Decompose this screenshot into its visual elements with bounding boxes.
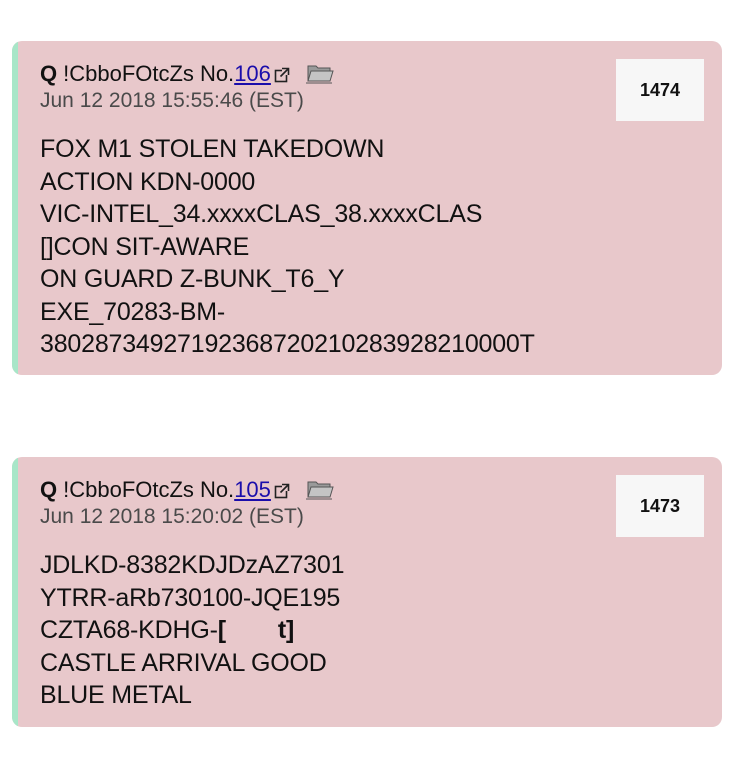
post-body: JDLKD-8382KDJDzAZ7301 YTRR-aRb730100-JQE…: [40, 549, 344, 712]
poster-name: Q: [40, 477, 58, 502]
post-body: FOX M1 STOLEN TAKEDOWN ACTION KDN-0000 V…: [40, 133, 535, 361]
post-number-label: No.: [199, 477, 235, 502]
post-body-line: ON GUARD Z-BUNK_T6_Y: [40, 265, 345, 293]
post-timestamp: Jun 12 2018 15:55:46 (EST): [40, 89, 304, 112]
post-body-line: FOX M1 STOLEN TAKEDOWN: [40, 135, 385, 163]
bracket-close: t]: [277, 616, 295, 644]
post-header: Q !CbboFOtcZs No. 106: [40, 61, 334, 87]
post-number-link[interactable]: 105: [234, 477, 271, 503]
post-card: Q !CbboFOtcZs No. 105 Jun 12 2018 15:20:…: [12, 457, 722, 727]
external-link-icon[interactable]: [274, 63, 290, 83]
post-body-line: CASTLE ARRIVAL GOOD: [40, 648, 327, 677]
bracket-open: [: [217, 616, 226, 644]
post-body-line: ACTION KDN-0000: [40, 167, 256, 196]
post-body-line-bracketed: CZTA68-KDHG-[ t]: [40, 614, 344, 647]
post-body-line: BLUE METAL: [40, 681, 192, 709]
folder-icon[interactable]: [305, 62, 334, 84]
post-header: Q !CbboFOtcZs No. 105: [40, 477, 334, 503]
post-body-line: JDLKD-8382KDJDzAZ7301: [40, 551, 345, 579]
tripcode: !CbboFOtcZs: [63, 477, 194, 502]
post-body-line: EXE_70283-BM-: [40, 297, 225, 326]
post-body-line: 38028734927192368720210283928210000T: [40, 330, 535, 358]
post-body-line: VIC-INTEL_34.xxxxCLAS_38.xxxxCLAS: [40, 200, 483, 228]
post-card: Q !CbboFOtcZs No. 106 Jun 12 2018 15:55:…: [12, 41, 722, 375]
tripcode: !CbboFOtcZs: [63, 61, 194, 86]
post-body-line: []CON SIT-AWARE: [40, 232, 250, 261]
post-body-line: YTRR-aRb730100-JQE195: [40, 583, 341, 612]
post-timestamp: Jun 12 2018 15:20:02 (EST): [40, 505, 304, 528]
drop-number-badge: 1473: [616, 475, 704, 537]
drop-number-badge: 1474: [616, 59, 704, 121]
external-link-icon[interactable]: [274, 479, 290, 499]
post-number-label: No.: [199, 61, 235, 86]
post-body-line-text: CZTA68-KDHG-: [40, 616, 218, 644]
post-number-link[interactable]: 106: [234, 61, 271, 87]
folder-icon[interactable]: [305, 478, 334, 500]
poster-name: Q: [40, 61, 58, 86]
